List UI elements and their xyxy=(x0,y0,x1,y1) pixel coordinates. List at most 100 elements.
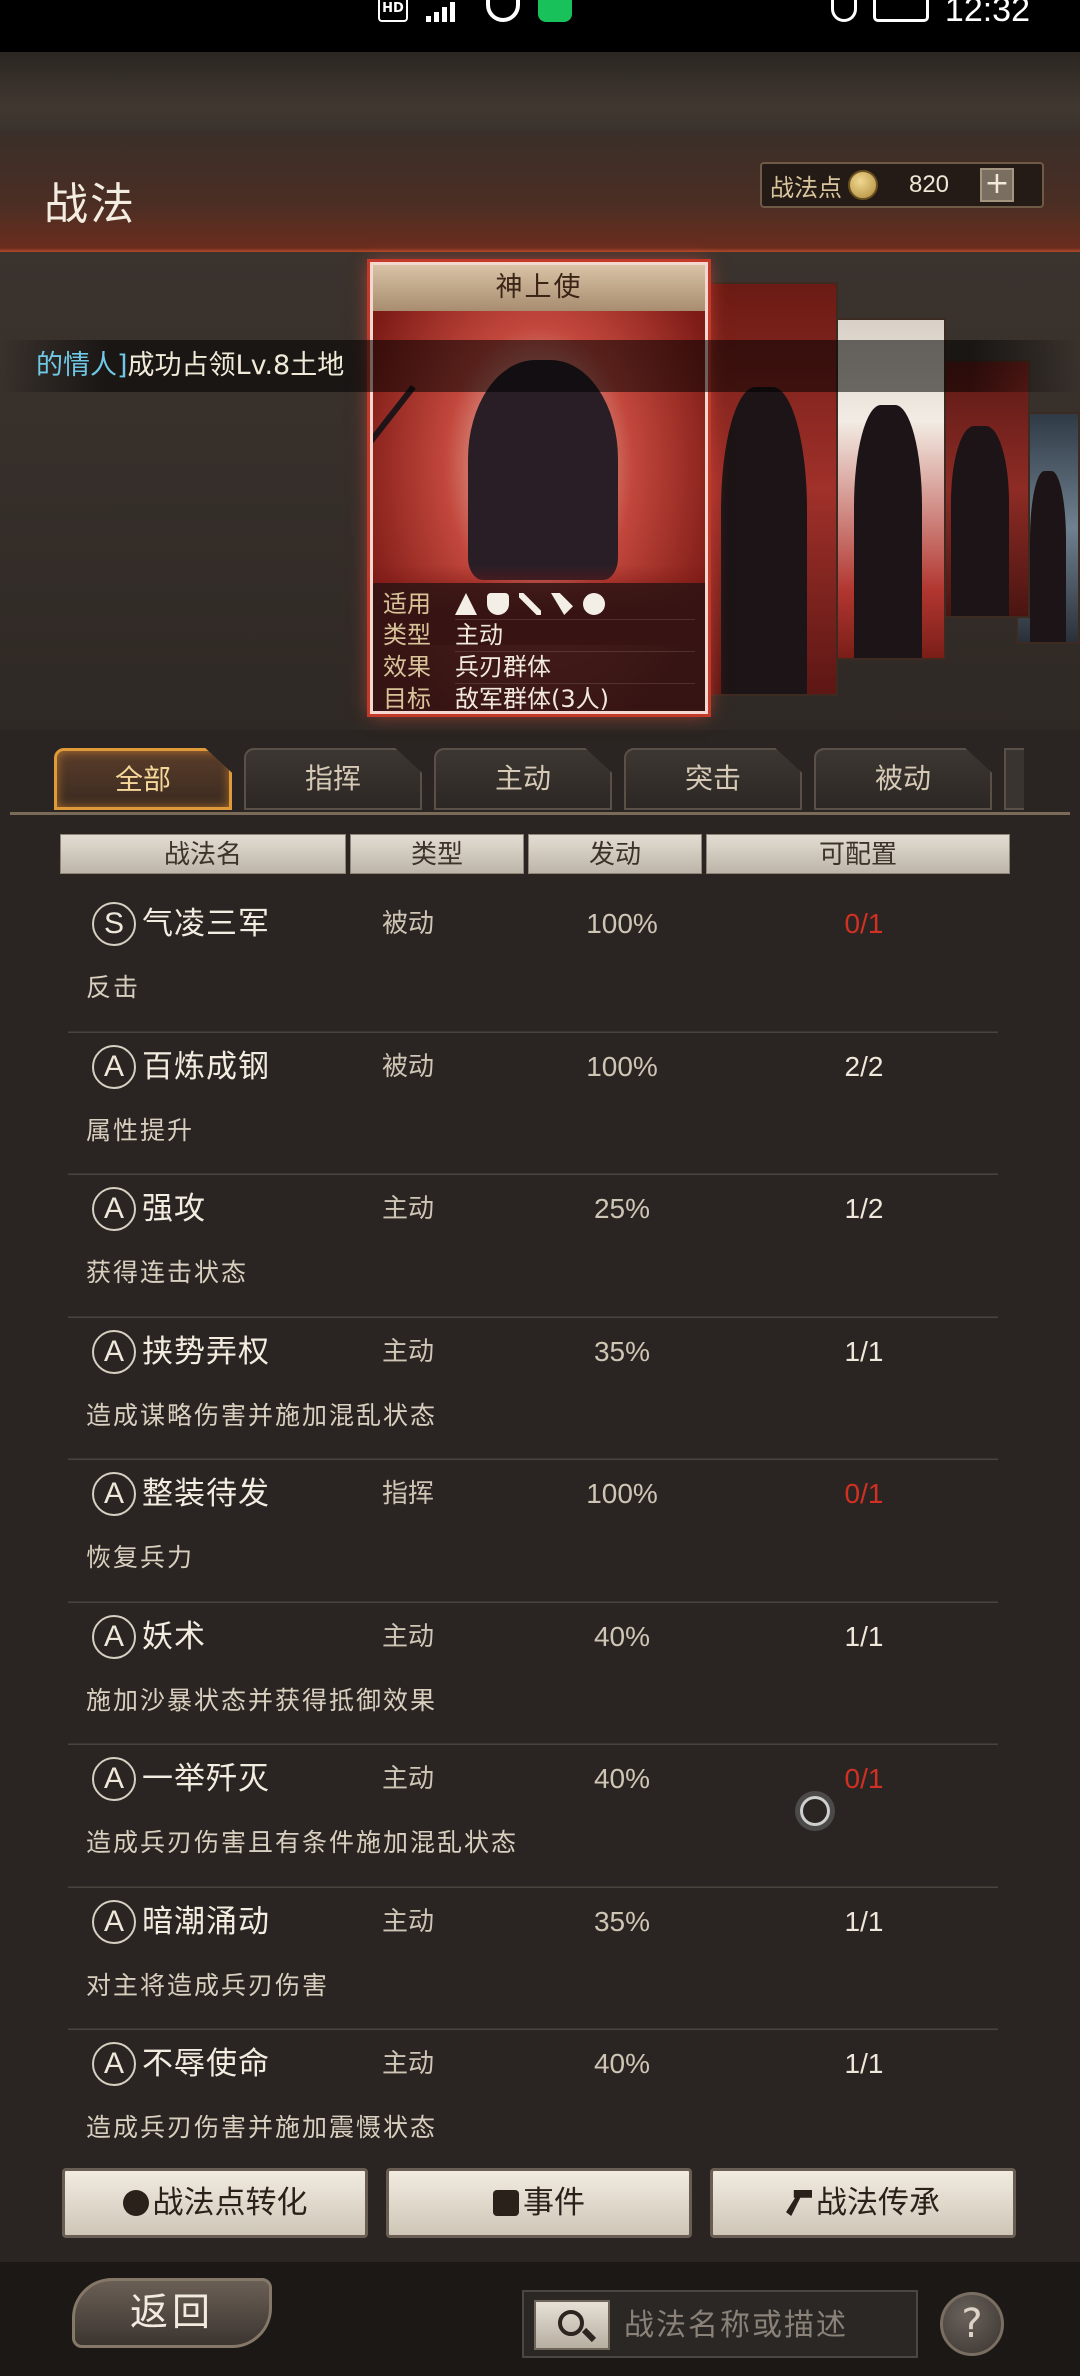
card-info-row: 目标 敌军群体(3人) xyxy=(383,684,695,713)
tactic-type: 主动 xyxy=(381,2049,434,2079)
table-row[interactable]: A 强攻 主动 25% 1/2 获得连击状态 xyxy=(68,1175,998,1318)
tab-assault[interactable]: 突击 xyxy=(624,748,802,810)
notice-highlight: 的情人] xyxy=(36,350,128,381)
tactic-name: 整装待发 xyxy=(142,1476,270,1512)
tactic-points-box: 战法点 820 + xyxy=(760,162,1044,208)
card-info-row: 适用 xyxy=(383,589,695,620)
tab-command[interactable]: 指挥 xyxy=(244,748,422,810)
tab-all[interactable]: 全部 xyxy=(54,748,232,810)
tactic-name: 气凌三军 xyxy=(142,906,270,942)
tactic-type: 主动 xyxy=(381,1336,434,1367)
status-right: 12:32 xyxy=(830,0,1030,29)
card-art-figure xyxy=(468,360,618,580)
shield-icon xyxy=(487,593,509,615)
back-button[interactable]: 返回 xyxy=(72,2278,272,2348)
info-key: 目标 xyxy=(383,685,431,713)
table-row[interactable]: A 百炼成钢 被动 100% 2/2 属性提升 xyxy=(68,1033,998,1175)
tactic-config: 1/1 xyxy=(844,1620,884,1652)
inherit-tactic-button[interactable]: 战法传承 xyxy=(710,2168,1016,2238)
tactic-name: 强攻 xyxy=(142,1191,206,1227)
tactic-desc: 施加沙暴状态并获得抵御效果 xyxy=(86,1685,438,1715)
header-decor xyxy=(0,52,1080,130)
tactic-list: S 气凌三军 被动 100% 0/1 反击 A 百炼成钢 被动 100% 2/2… xyxy=(68,890,998,2173)
header-type[interactable]: 类型 xyxy=(350,834,524,874)
tactic-rate: 40% xyxy=(593,1620,651,1652)
tactic-rate: 35% xyxy=(593,1335,651,1367)
tactic-desc: 造成兵刃伤害且有条件施加混乱状态 xyxy=(86,1828,519,1857)
header-rate[interactable]: 发动 xyxy=(528,834,702,874)
info-key: 类型 xyxy=(383,621,431,649)
wheel-icon xyxy=(583,593,605,615)
tactic-config: 1/1 xyxy=(844,1335,884,1367)
points-label: 战法点 xyxy=(770,173,842,202)
hammer-icon xyxy=(786,2190,812,2216)
table-row[interactable]: A 整装待发 指挥 100% 0/1 恢复兵力 xyxy=(68,1460,998,1603)
page-title: 战法 xyxy=(44,179,136,230)
search-box xyxy=(522,2290,918,2358)
tab-overflow[interactable] xyxy=(1004,748,1024,810)
tactic-type: 主动 xyxy=(381,1764,434,1794)
wifi-icon xyxy=(486,0,520,22)
add-points-button[interactable]: + xyxy=(980,168,1014,202)
event-icon xyxy=(493,2190,519,2216)
crossed-swords-icon xyxy=(519,593,541,615)
apply-icons xyxy=(455,589,695,620)
signal-icon xyxy=(426,0,468,22)
table-row[interactable]: A 妖术 主动 40% 1/1 施加沙暴状态并获得抵御效果 xyxy=(68,1603,998,1745)
card-info-panel: 适用 类型 主动 效果 兵刃群体 目标 敌军群体(3人) xyxy=(373,583,705,713)
tactic-type: 主动 xyxy=(381,1906,434,1937)
cavalry-icon xyxy=(455,593,477,615)
archer-icon xyxy=(551,593,573,615)
table-row[interactable]: A 暗潮涌动 主动 35% 1/1 对主将造成兵刃伤害 xyxy=(68,1888,998,2030)
tactic-config: 0/1 xyxy=(844,1763,884,1794)
card-info-row: 类型 主动 xyxy=(383,620,695,652)
event-label: 事件 xyxy=(523,2185,585,2221)
hd-icon: HD xyxy=(378,0,408,22)
world-notice: 的情人]成功占领Lv.8土地 xyxy=(0,340,1080,392)
help-button[interactable]: ? xyxy=(940,2292,1004,2356)
coin-icon xyxy=(848,170,878,200)
table-header: 战法名 类型 发动 可配置 xyxy=(60,834,1010,874)
grade-badge: A xyxy=(92,1899,136,1944)
tactic-name: 一举歼灭 xyxy=(142,1761,270,1797)
grade-badge: A xyxy=(92,1187,136,1231)
table-row[interactable]: S 气凌三军 被动 100% 0/1 反击 xyxy=(68,890,998,1033)
tactic-name: 挟势弄权 xyxy=(142,1333,270,1370)
header-config[interactable]: 可配置 xyxy=(706,834,1010,874)
tab-active[interactable]: 主动 xyxy=(434,748,612,810)
status-bar: HD 12:32 xyxy=(0,0,1080,52)
convert-label: 战法点转化 xyxy=(152,2185,308,2221)
tactic-desc: 对主将造成兵刃伤害 xyxy=(86,1970,330,2000)
event-button[interactable]: 事件 xyxy=(386,2168,692,2238)
tactic-rate: 35% xyxy=(593,1905,651,1937)
tactic-type: 指挥 xyxy=(381,1479,434,1509)
info-value: 敌军群体(3人) xyxy=(455,684,695,711)
table-row[interactable]: A 不辱使命 主动 40% 1/1 造成兵刃伤害并施加震慑状态 xyxy=(68,2030,998,2173)
tactic-name: 妖术 xyxy=(142,1618,206,1655)
info-key: 适用 xyxy=(383,590,431,618)
convert-points-button[interactable]: 战法点转化 xyxy=(62,2168,368,2238)
search-icon xyxy=(558,2310,584,2336)
points-value: 820 xyxy=(908,171,950,198)
clock: 12:32 xyxy=(944,0,1030,29)
chat-app-icon xyxy=(538,0,572,22)
tactic-type: 主动 xyxy=(381,1194,434,1224)
grade-badge: A xyxy=(92,1044,136,1089)
tactic-name: 不辱使命 xyxy=(142,2046,270,2082)
info-value: 兵刃群体 xyxy=(455,652,695,684)
tactic-desc: 属性提升 xyxy=(86,1115,195,1145)
tactic-rate: 100% xyxy=(586,1478,658,1509)
table-row[interactable]: A 一举歼灭 主动 40% 0/1 造成兵刃伤害且有条件施加混乱状态 xyxy=(68,1745,998,1888)
status-icons: HD xyxy=(378,0,572,30)
table-row[interactable]: A 挟势弄权 主动 35% 1/1 造成谋略伤害并施加混乱状态 xyxy=(68,1318,998,1460)
header-name[interactable]: 战法名 xyxy=(60,834,346,874)
info-key: 效果 xyxy=(383,653,431,681)
search-button[interactable] xyxy=(534,2300,610,2350)
tab-passive[interactable]: 被动 xyxy=(814,748,992,810)
tactic-config: 1/1 xyxy=(844,1905,884,1937)
inherit-label: 战法传承 xyxy=(816,2185,940,2221)
tactic-config: 0/1 xyxy=(844,908,884,939)
search-input[interactable] xyxy=(624,2300,910,2350)
featured-tactic-card[interactable]: 神上使 适用 类型 主动 效果 兵刃群体 目标 敌军群体(3人) xyxy=(370,262,708,714)
touch-indicator-icon xyxy=(800,1796,830,1826)
